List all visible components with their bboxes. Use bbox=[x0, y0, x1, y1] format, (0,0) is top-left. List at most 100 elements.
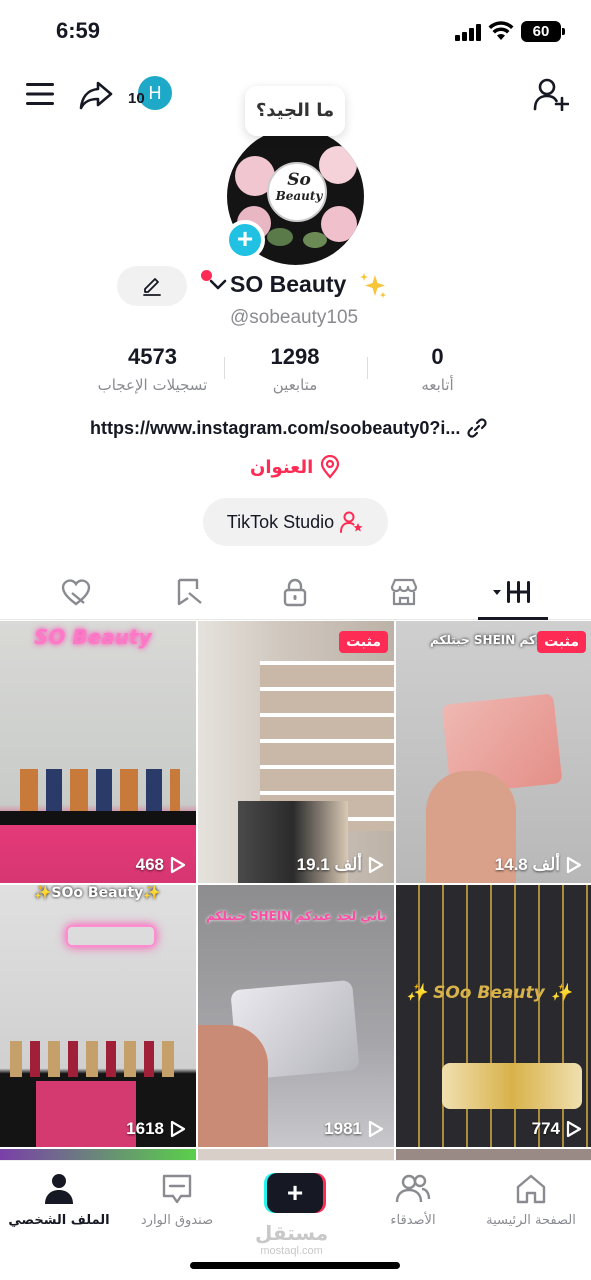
bio-link[interactable]: https://www.instagram.com/soobeauty0?i..… bbox=[90, 417, 510, 439]
inbox-icon bbox=[162, 1174, 192, 1204]
following-label: أتابعه bbox=[421, 376, 454, 394]
active-tab-indicator bbox=[478, 617, 548, 620]
add-friend-button[interactable] bbox=[532, 76, 570, 112]
video-thumbnail[interactable]: ✨SOo Beauty✨ 1618 bbox=[0, 885, 196, 1147]
status-bar: 6:59 60 bbox=[0, 0, 591, 60]
nav-friends[interactable]: الأصدقاء bbox=[354, 1171, 472, 1228]
play-icon bbox=[566, 1120, 582, 1138]
watermark-latin: mostaql.com bbox=[260, 1245, 323, 1257]
stat-divider bbox=[224, 357, 225, 379]
pencil-icon bbox=[143, 278, 161, 296]
perfume-bottles bbox=[10, 1041, 180, 1077]
add-story-button[interactable]: + bbox=[225, 220, 265, 260]
logo-line-1: So bbox=[287, 170, 311, 190]
location-pin-icon bbox=[321, 455, 340, 479]
tiktok-studio-button[interactable]: TikTok Studio bbox=[203, 498, 388, 546]
following-count: 0 bbox=[431, 344, 444, 369]
status-time: 6:59 bbox=[56, 18, 101, 43]
stat-divider bbox=[367, 357, 368, 379]
following-stat[interactable]: 0 أتابعه bbox=[390, 344, 485, 394]
add-user-icon bbox=[533, 78, 569, 111]
tab-liked[interactable] bbox=[56, 574, 96, 610]
views-count: 1981 bbox=[324, 1119, 362, 1138]
hand bbox=[198, 1025, 268, 1147]
followers-stat[interactable]: 1298 متابعين bbox=[240, 344, 350, 394]
battery-indicator: 60 bbox=[521, 21, 561, 42]
liked-heart-icon bbox=[61, 579, 91, 606]
avatar-leaf bbox=[267, 228, 293, 246]
pinned-badge: مثبت bbox=[537, 631, 586, 653]
home-icon bbox=[516, 1174, 546, 1204]
story-avatar-badge[interactable]: H 10 bbox=[128, 76, 174, 112]
studio-label: TikTok Studio bbox=[226, 511, 335, 532]
views-count: 774 bbox=[531, 1119, 560, 1138]
wifi-icon bbox=[488, 21, 514, 40]
video-views: 14.8 ألف bbox=[495, 855, 582, 875]
chevron-down-icon[interactable] bbox=[209, 278, 227, 292]
cellular-signal-icon bbox=[455, 24, 483, 41]
tab-shop[interactable] bbox=[384, 574, 424, 610]
logo-line-2: Beauty bbox=[275, 189, 323, 203]
play-icon bbox=[170, 856, 186, 874]
tab-private[interactable] bbox=[275, 574, 315, 610]
mostaql-watermark: مستقل mostaql.com bbox=[255, 1221, 328, 1257]
likes-count: 4573 bbox=[128, 344, 177, 369]
nav-profile-label: الملف الشخصي bbox=[8, 1213, 110, 1228]
video-views: 774 bbox=[532, 1119, 582, 1139]
counter-pink bbox=[36, 1081, 136, 1147]
lock-icon bbox=[283, 578, 307, 607]
profile-handle: @sobeauty105 bbox=[230, 307, 359, 328]
profile-tabs bbox=[0, 566, 591, 620]
video-views: 1618 bbox=[126, 1119, 186, 1139]
address-link[interactable]: العنوان bbox=[250, 455, 341, 479]
video-thumbnail[interactable]: ✨ SOo Beauty ✨ 774 bbox=[396, 885, 591, 1147]
pinned-badge: مثبت bbox=[339, 631, 388, 653]
hamburger-icon bbox=[26, 83, 54, 105]
views-count: 14.8 ألف bbox=[494, 855, 560, 874]
profile-person-icon bbox=[45, 1174, 73, 1204]
play-icon bbox=[368, 1120, 384, 1138]
create-button[interactable]: + bbox=[264, 1173, 326, 1213]
views-count: 468 bbox=[135, 855, 164, 874]
video-thumbnail[interactable]: مثبت 19.1 ألف bbox=[198, 621, 394, 883]
battery-tip bbox=[562, 28, 565, 35]
story-count: 10 bbox=[128, 90, 145, 107]
video-grid: SO Beauty 468 مثبت 19.1 ألف جبتلكم SHEIN… bbox=[0, 621, 591, 1163]
avatar-logo-text: So Beauty bbox=[271, 172, 327, 204]
profile-name: SO Beauty bbox=[230, 271, 347, 297]
likes-label: تسجيلات الإعجاب bbox=[97, 376, 208, 394]
video-thumbnail[interactable]: جبتلكم SHEIN لحد عندكم مثبت 14.8 ألف bbox=[396, 621, 591, 883]
shop-icon bbox=[390, 578, 418, 606]
views-count: 19.1 ألف bbox=[296, 855, 362, 874]
video-views: 19.1 ألف bbox=[297, 855, 384, 875]
followers-count: 1298 bbox=[270, 344, 320, 369]
whats-new-tooltip[interactable]: ما الجيد؟ bbox=[245, 86, 345, 136]
letter-pendants bbox=[442, 1063, 582, 1109]
sparkle-icon bbox=[360, 273, 386, 298]
menu-button[interactable] bbox=[24, 78, 56, 110]
nav-home[interactable]: الصفحة الرئيسية bbox=[472, 1171, 590, 1228]
play-icon bbox=[170, 1120, 186, 1138]
bookmark-icon bbox=[177, 578, 202, 606]
creator-star-icon bbox=[340, 511, 363, 533]
perfume-shelf bbox=[0, 811, 196, 825]
tab-favorites[interactable] bbox=[169, 574, 209, 610]
video-caption: SO Beauty bbox=[34, 625, 152, 649]
nav-profile[interactable]: الملف الشخصي bbox=[0, 1171, 118, 1228]
play-icon bbox=[368, 856, 384, 874]
video-caption: ✨ SOo Beauty ✨ bbox=[406, 983, 572, 1003]
tab-videos[interactable] bbox=[490, 574, 538, 610]
watermark-arabic: مستقل bbox=[255, 1221, 329, 1245]
likes-stat[interactable]: 4573 تسجيلات الإعجاب bbox=[90, 344, 215, 394]
followers-label: متابعين bbox=[272, 376, 318, 394]
video-views: 468 bbox=[136, 855, 186, 875]
video-thumbnail[interactable]: جبتلكم SHEIN تاني لحد عندكم 1981 bbox=[198, 885, 394, 1147]
video-caption: جبتلكم SHEIN تاني لحد عندكم bbox=[206, 909, 386, 923]
edit-profile-button[interactable] bbox=[117, 266, 187, 306]
nav-friends-label: الأصدقاء bbox=[390, 1213, 436, 1228]
video-thumbnail[interactable]: SO Beauty 468 bbox=[0, 621, 196, 883]
friends-icon bbox=[395, 1174, 431, 1203]
share-profile-button[interactable] bbox=[78, 78, 114, 112]
videos-grid-icon bbox=[493, 581, 530, 603]
nav-inbox[interactable]: صندوق الوارد bbox=[118, 1171, 236, 1228]
